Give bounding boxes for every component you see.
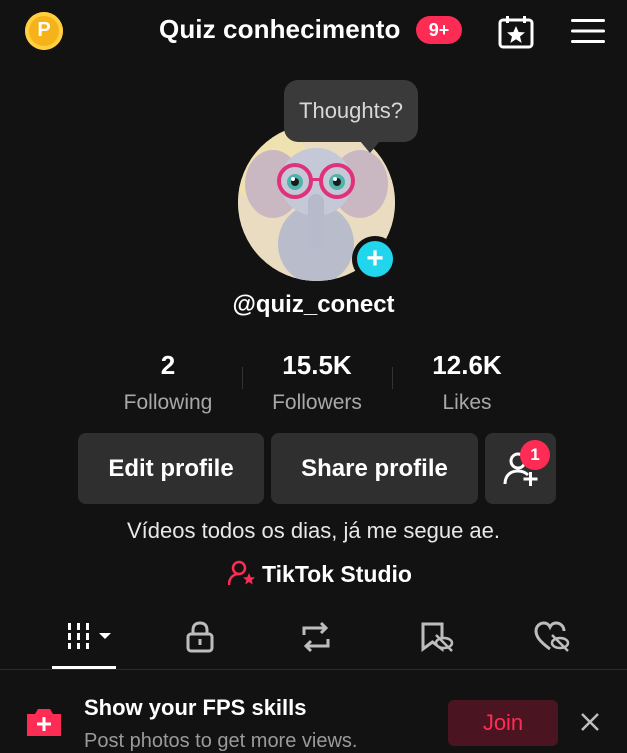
username: @quiz_conect bbox=[232, 291, 395, 318]
close-icon[interactable] bbox=[578, 710, 602, 739]
coins-icon[interactable]: P bbox=[25, 12, 63, 50]
add-story-button[interactable]: + bbox=[352, 236, 398, 282]
bookmark-hidden-icon bbox=[421, 622, 454, 652]
calendar-star-icon[interactable] bbox=[498, 15, 534, 54]
tab-favorites[interactable] bbox=[420, 621, 454, 658]
promo-subtitle: Post photos to get more views. bbox=[84, 730, 358, 752]
stat-label: Likes bbox=[442, 391, 492, 414]
notification-badge: 9+ bbox=[416, 16, 462, 44]
thoughts-bubble[interactable]: Thoughts? bbox=[284, 80, 418, 142]
stat-value: 12.6K bbox=[432, 350, 502, 380]
tab-private[interactable] bbox=[186, 621, 214, 658]
stat-label: Following bbox=[123, 391, 213, 414]
stat-value: 15.5K bbox=[282, 350, 352, 380]
promo-title: Show your FPS skills bbox=[84, 695, 307, 720]
stat-likes[interactable]: 12.6K Likes bbox=[392, 350, 542, 415]
stat-label: Followers bbox=[272, 391, 362, 414]
bubble-tail bbox=[360, 141, 380, 153]
tiktok-studio-link[interactable]: TikTok Studio bbox=[262, 561, 412, 588]
tab-videos[interactable] bbox=[66, 621, 114, 656]
share-profile-button[interactable]: Share profile bbox=[271, 433, 478, 504]
videos-grid-icon bbox=[66, 623, 111, 649]
add-friends-badge: 1 bbox=[520, 440, 550, 470]
page-title[interactable]: Quiz conhecimento bbox=[159, 14, 401, 45]
plus-icon: + bbox=[357, 241, 393, 277]
join-button[interactable]: Join bbox=[448, 700, 558, 746]
lock-icon bbox=[186, 621, 214, 653]
stat-following[interactable]: 2 Following bbox=[93, 350, 243, 415]
edit-profile-button[interactable]: Edit profile bbox=[78, 433, 264, 504]
coin-letter: P bbox=[37, 19, 51, 41]
stat-followers[interactable]: 15.5K Followers bbox=[242, 350, 392, 415]
repost-icon bbox=[302, 621, 330, 653]
camera-plus-icon bbox=[24, 704, 64, 745]
tab-divider bbox=[0, 669, 627, 670]
liked-hidden-icon bbox=[534, 621, 570, 652]
tab-reposts[interactable] bbox=[298, 621, 334, 658]
hamburger-menu-icon[interactable] bbox=[571, 18, 605, 49]
tab-liked[interactable] bbox=[534, 621, 570, 658]
profile-bio: Vídeos todos os dias, já me segue ae. bbox=[126, 518, 500, 543]
tiktok-studio-icon[interactable] bbox=[227, 560, 256, 591]
stat-value: 2 bbox=[160, 350, 176, 380]
